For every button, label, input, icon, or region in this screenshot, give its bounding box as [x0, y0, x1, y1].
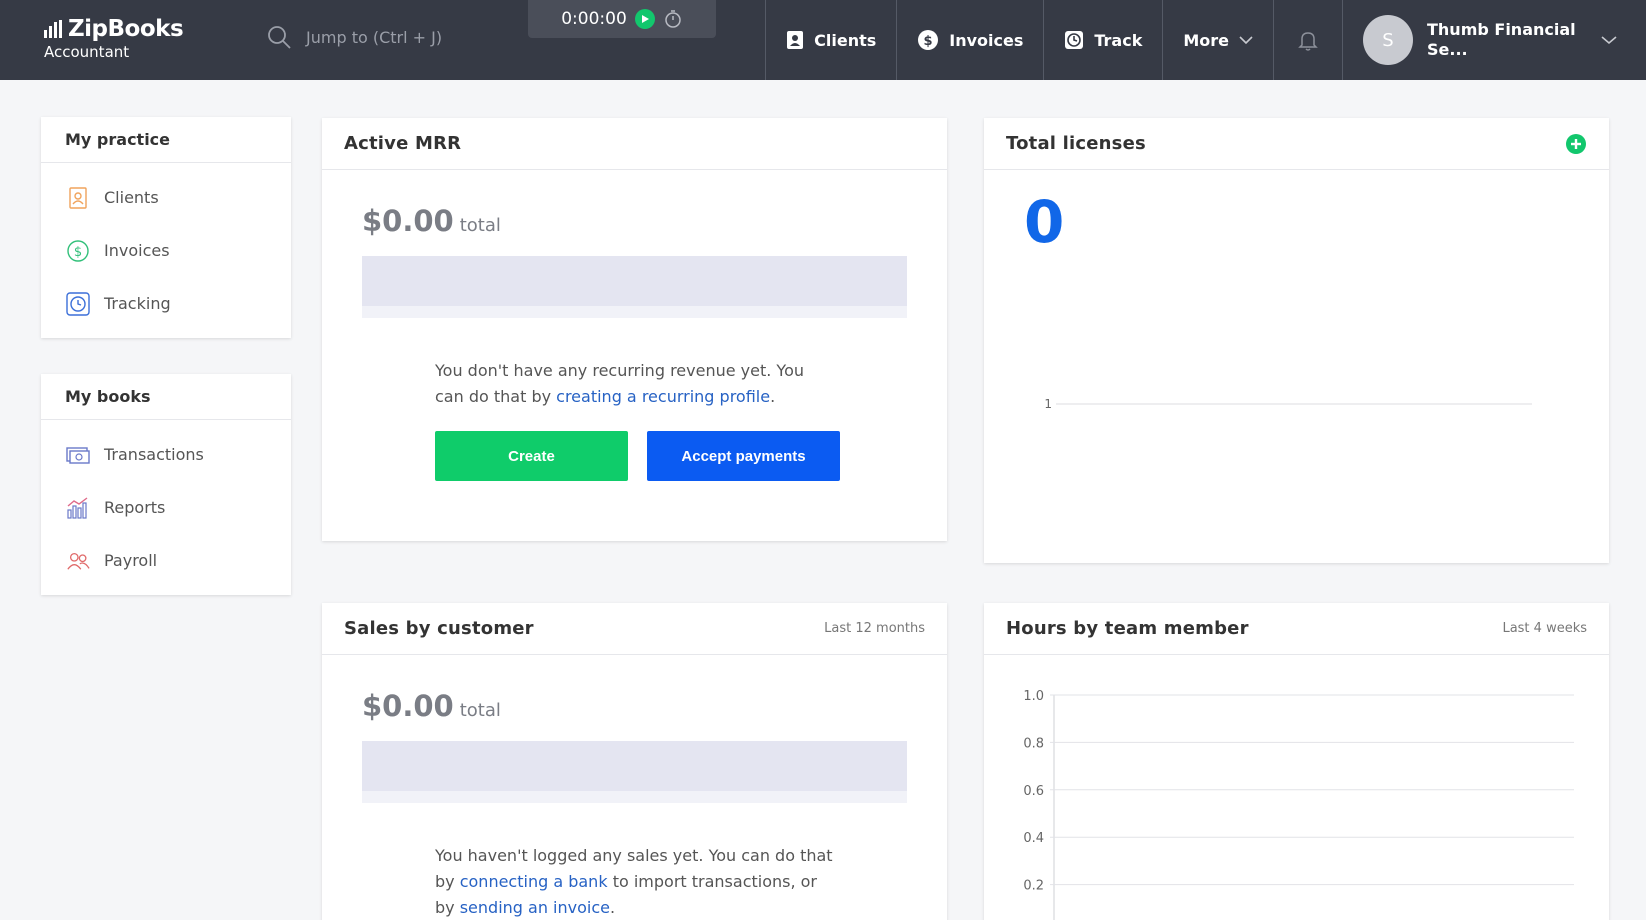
- mrr-empty-message: You don't have any recurring revenue yet…: [435, 358, 835, 410]
- tracking-icon: [66, 291, 90, 316]
- logo[interactable]: ZipBooks Accountant: [44, 16, 184, 61]
- timer-widget: 0:00:00: [528, 0, 716, 38]
- top-nav: Clients $ Invoices Track More S Thumb Fi…: [765, 0, 1646, 80]
- create-button[interactable]: Create: [435, 431, 628, 481]
- search-input[interactable]: Jump to (Ctrl + J): [306, 28, 442, 47]
- card-title: Hours by team member: [1006, 618, 1249, 639]
- mrr-amount-suffix: total: [459, 215, 501, 236]
- sales-by-customer-card: Sales by customer Last 12 months $0.00 t…: [322, 603, 947, 920]
- create-recurring-profile-link[interactable]: creating a recurring profile: [556, 387, 770, 406]
- y-tick-label: 1.0: [1023, 689, 1044, 704]
- card-title: Active MRR: [344, 133, 462, 154]
- message-text: .: [770, 387, 776, 406]
- sidebar-item-reports[interactable]: Reports: [41, 481, 291, 534]
- nav-track[interactable]: Track: [1043, 0, 1162, 80]
- license-count: 0: [1024, 188, 1065, 256]
- nav-invoices-label: Invoices: [949, 30, 1024, 50]
- sidebar-item-label: Invoices: [104, 241, 170, 260]
- sidebar-item-payroll[interactable]: Payroll: [41, 534, 291, 587]
- y-tick-label: 1: [1044, 397, 1052, 411]
- payroll-icon: [66, 549, 90, 573]
- bell-icon: [1298, 32, 1318, 51]
- client-card-icon: [787, 31, 804, 49]
- chevron-down-icon: [1601, 36, 1617, 45]
- y-tick-label: 0.6: [1023, 784, 1044, 799]
- send-invoice-link[interactable]: sending an invoice: [460, 898, 610, 917]
- sidebar-item-label: Reports: [104, 498, 166, 517]
- my-practice-title: My practice: [41, 117, 291, 163]
- y-tick-label: 0.2: [1023, 879, 1044, 894]
- avatar: S: [1363, 15, 1413, 65]
- sales-total: $0.00 total: [362, 689, 501, 723]
- sales-amount: $0.00: [362, 689, 454, 723]
- mrr-amount: $0.00: [362, 204, 454, 238]
- reports-icon: [66, 496, 90, 520]
- total-licenses-card: Total licenses 0 01SepMarSep: [984, 118, 1609, 563]
- sidebar-item-clients[interactable]: Clients: [41, 171, 291, 224]
- svg-text:$: $: [924, 34, 933, 49]
- sidebar-item-label: Transactions: [104, 445, 204, 464]
- licenses-chart: 01SepMarSep: [1044, 397, 1532, 411]
- active-mrr-card: Active MRR $0.00 total You don't have an…: [322, 118, 947, 541]
- clock-icon: [1065, 31, 1084, 49]
- date-range-label: Last 12 months: [824, 621, 925, 636]
- jump-search[interactable]: Jump to (Ctrl + J): [266, 24, 442, 50]
- hours-by-team-member-card: Hours by team member Last 4 weeks 0.2 0.4…: [984, 603, 1609, 920]
- y-tick-label: 0.8: [1023, 736, 1044, 751]
- my-books-card: My books Transactions Reports Payroll: [41, 374, 291, 595]
- top-bar: ZipBooks Accountant Jump to (Ctrl + J) 0…: [0, 0, 1646, 80]
- search-icon: [268, 26, 291, 49]
- stopwatch-icon[interactable]: [663, 9, 683, 29]
- mrr-bar-placeholder: [362, 256, 907, 318]
- sidebar-item-label: Clients: [104, 188, 159, 207]
- logo-name: ZipBooks: [68, 16, 184, 42]
- my-books-title: My books: [41, 374, 291, 420]
- nav-track-label: Track: [1094, 30, 1143, 50]
- svg-text:$: $: [74, 245, 82, 260]
- nav-clients[interactable]: Clients: [765, 0, 896, 80]
- nav-more[interactable]: More: [1162, 0, 1273, 80]
- logo-bars-icon: [44, 20, 62, 38]
- message-text: .: [609, 898, 616, 917]
- account-menu[interactable]: S Thumb Financial Se...: [1342, 0, 1646, 80]
- date-range-label: Last 4 weeks: [1502, 621, 1587, 636]
- sales-bar-placeholder: [362, 741, 907, 803]
- sales-amount-suffix: total: [459, 700, 501, 721]
- sales-empty-message: You haven't logged any sales yet. You ca…: [435, 843, 835, 920]
- sidebar-item-invoices[interactable]: $ Invoices: [41, 224, 291, 277]
- mrr-total: $0.00 total: [362, 204, 501, 238]
- y-tick-label: 0.4: [1023, 831, 1044, 846]
- connect-bank-link[interactable]: connecting a bank: [460, 872, 608, 891]
- nav-invoices[interactable]: $ Invoices: [896, 0, 1043, 80]
- logo-subtitle: Accountant: [44, 43, 130, 61]
- account-name: Thumb Financial Se...: [1427, 20, 1576, 59]
- clients-icon: [66, 186, 90, 210]
- my-practice-card: My practice Clients $ Invoices Tracking: [41, 117, 291, 338]
- sidebar-item-label: Payroll: [104, 551, 158, 570]
- add-icon[interactable]: [1565, 133, 1587, 155]
- dollar-icon: $: [918, 30, 939, 50]
- sidebar-item-label: Tracking: [104, 294, 171, 313]
- card-title: Sales by customer: [344, 618, 534, 639]
- chevron-down-icon: [1239, 36, 1253, 45]
- invoices-icon: $: [66, 239, 90, 263]
- hours-chart: 0.2 0.4 0.6 0.8 1.0: [1023, 689, 1574, 920]
- sidebar-item-transactions[interactable]: Transactions: [41, 428, 291, 481]
- transactions-icon: [66, 443, 90, 467]
- accept-payments-button[interactable]: Accept payments: [647, 431, 840, 481]
- nav-clients-label: Clients: [814, 30, 877, 50]
- play-icon[interactable]: [634, 9, 655, 29]
- nav-more-label: More: [1183, 30, 1229, 50]
- card-title: Total licenses: [1006, 133, 1146, 154]
- timer-display: 0:00:00: [561, 9, 627, 29]
- sidebar-item-tracking[interactable]: Tracking: [41, 277, 291, 330]
- notifications-button[interactable]: [1273, 0, 1342, 80]
